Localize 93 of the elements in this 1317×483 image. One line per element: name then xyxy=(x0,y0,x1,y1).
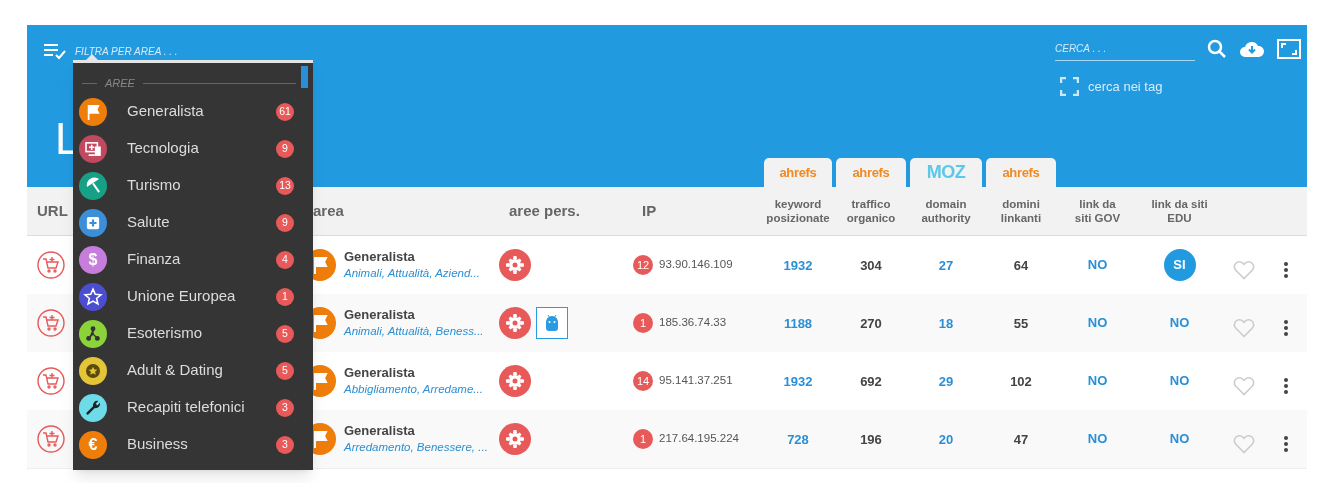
more-options-icon[interactable] xyxy=(1284,378,1288,394)
area-menu-item[interactable]: Generalista 61 xyxy=(73,93,313,130)
count-badge: 5 xyxy=(276,361,294,380)
table-cell-text: NO xyxy=(1169,372,1190,391)
table-cell: 47 xyxy=(1013,432,1029,447)
fullscreen-icon[interactable] xyxy=(1277,39,1301,59)
area-menu-item[interactable]: Tecnologia 9 xyxy=(73,130,313,167)
table-cell-text: NO xyxy=(1087,372,1108,391)
add-to-cart-icon[interactable] xyxy=(37,425,65,453)
settings-icon[interactable] xyxy=(499,249,531,281)
ip-count-badge: 12 xyxy=(633,255,653,275)
column-header: aree pers. xyxy=(509,201,580,219)
area-menu-item[interactable]: Turismo 13 xyxy=(73,167,313,204)
count-badge: 9 xyxy=(276,213,294,232)
column-header: domain authority xyxy=(921,198,971,224)
settings-icon[interactable] xyxy=(499,365,531,397)
area-name: Generalista xyxy=(344,365,416,381)
android-badge[interactable] xyxy=(536,307,568,339)
table-cell-text: NO xyxy=(1169,430,1190,449)
area-tags[interactable]: Animali, Attualità, Aziend... xyxy=(344,265,480,281)
section-heading: AREE xyxy=(105,75,135,91)
filter-field[interactable]: FILTRA PER AREA . . . xyxy=(75,43,225,59)
column-header: domini linkanti xyxy=(1000,198,1042,224)
android-icon xyxy=(544,314,560,332)
count-badge: 3 xyxy=(276,435,294,454)
ip-count-badge: 1 xyxy=(633,429,653,449)
table-cell-text: NO xyxy=(1087,314,1108,333)
settings-icon[interactable] xyxy=(499,307,531,339)
area-name: Generalista xyxy=(344,423,416,439)
ip-count-badge: 14 xyxy=(633,371,653,391)
scrollbar-thumb[interactable] xyxy=(301,66,308,88)
area-icon: € xyxy=(79,430,107,459)
table-cell: 29 xyxy=(938,374,954,389)
yes-badge: SI xyxy=(1163,249,1196,281)
area-menu-item[interactable]: $ Finanza 4 xyxy=(73,241,313,278)
table-cell: 1932 xyxy=(783,374,813,389)
column-header: traffico organico xyxy=(846,198,896,224)
table-cell: 55 xyxy=(1013,316,1029,331)
area-menu-item[interactable]: Unione Europea 1 xyxy=(73,278,313,315)
more-options-icon[interactable] xyxy=(1284,436,1288,452)
count-badge: 61 xyxy=(276,102,294,121)
area-tags[interactable]: Abbigliamento, Arredame... xyxy=(344,381,483,397)
table-cell: 196 xyxy=(860,432,882,447)
add-to-cart-icon[interactable] xyxy=(37,309,65,337)
column-header: keyword posizionate xyxy=(766,198,830,224)
table-cell: 64 xyxy=(1013,258,1029,273)
area-name: Generalista xyxy=(344,307,416,323)
table-cell: 1932 xyxy=(783,258,813,273)
table-cell: 27 xyxy=(938,258,954,273)
ip-address: 95.141.37.251 xyxy=(659,373,733,389)
table-cell-text: NO xyxy=(1087,256,1108,275)
table-cell: 304 xyxy=(860,258,882,273)
search-icon[interactable] xyxy=(1207,39,1227,59)
column-header: URL xyxy=(37,201,68,219)
ip-address: 93.90.146.109 xyxy=(659,257,733,273)
table-cell: 270 xyxy=(860,316,882,331)
add-to-cart-icon[interactable] xyxy=(37,367,65,395)
area-menu-item[interactable]: € Business 3 xyxy=(73,426,313,463)
filter-list-icon[interactable] xyxy=(43,41,67,61)
count-badge: 13 xyxy=(276,176,294,195)
column-header: IP xyxy=(642,201,657,219)
count-badge: 1 xyxy=(276,287,294,306)
table-cell: 20 xyxy=(938,432,954,447)
table-cell: 692 xyxy=(860,374,882,389)
area-menu-item[interactable]: Recapiti telefonici 3 xyxy=(73,389,313,426)
column-header: link da siti EDU xyxy=(1151,198,1208,224)
column-header: area xyxy=(313,201,344,219)
add-to-cart-icon[interactable] xyxy=(37,251,65,279)
cloud-download-icon[interactable] xyxy=(1239,40,1265,58)
settings-icon[interactable] xyxy=(499,423,531,455)
table-cell-text: NO xyxy=(1087,430,1108,449)
table-cell: 102 xyxy=(1010,374,1032,389)
area-name: Generalista xyxy=(344,249,416,265)
area-menu-item[interactable]: Esoterismo 5 xyxy=(73,315,313,352)
count-badge: 3 xyxy=(276,398,294,417)
table-cell: 18 xyxy=(938,316,954,331)
ip-address: 185.36.74.33 xyxy=(659,315,727,331)
table-cell: 728 xyxy=(787,432,809,447)
ip-count-badge: 1 xyxy=(633,313,653,333)
table-cell-text: NO xyxy=(1169,314,1190,333)
table-cell: 1188 xyxy=(783,316,813,331)
more-options-icon[interactable] xyxy=(1284,262,1288,278)
ip-address: 217.64.195.224 xyxy=(659,431,739,447)
column-header: link da siti GOV xyxy=(1074,198,1121,224)
search-field[interactable]: CERCA . . . xyxy=(1055,37,1195,61)
more-options-icon[interactable] xyxy=(1284,320,1288,336)
area-icon: $ xyxy=(79,245,107,274)
count-badge: 9 xyxy=(276,139,294,158)
area-menu-item[interactable]: Adult & Dating 5 xyxy=(73,352,313,389)
count-badge: 5 xyxy=(276,324,294,343)
count-badge: 4 xyxy=(276,250,294,269)
area-menu-item[interactable]: Salute 9 xyxy=(73,204,313,241)
tag-checkbox-icon[interactable] xyxy=(1060,77,1079,97)
